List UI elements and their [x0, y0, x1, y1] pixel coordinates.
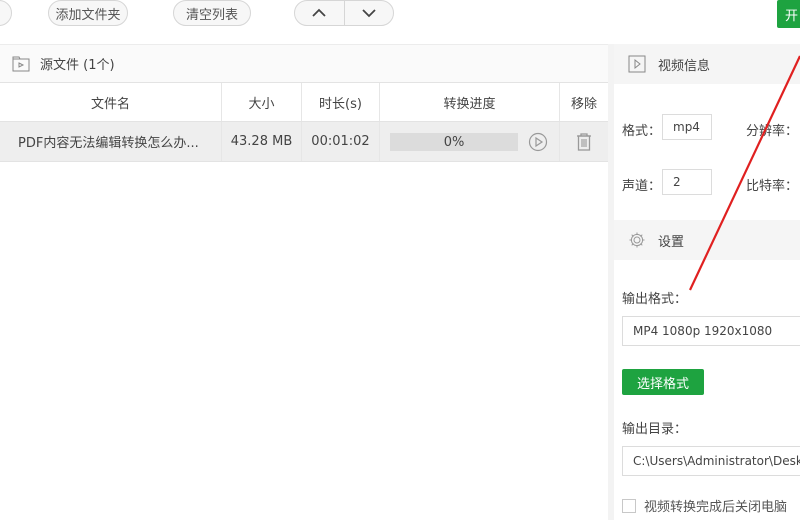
file-size-cell: 43.28 MB	[222, 122, 302, 161]
add-folder-button[interactable]: 添加文件夹	[48, 0, 128, 26]
clear-list-button[interactable]: 清空列表	[173, 0, 251, 26]
start-convert-button[interactable]: 开	[777, 0, 800, 28]
settings-panel: 视频信息 格式： mp4 分辨率： 声道： 2 比特率： 设置 输出格式： MP…	[614, 44, 800, 520]
shutdown-checkbox-label: 视频转换完成后关闭电脑	[644, 500, 788, 515]
video-info-header: 视频信息	[614, 44, 800, 84]
shutdown-checkbox[interactable]	[622, 498, 636, 513]
column-header-filename: 文件名	[0, 83, 222, 121]
column-header-progress: 转换进度	[380, 83, 560, 121]
output-dir-field[interactable]: C:\Users\Administrator\Deskt	[622, 446, 800, 476]
toolbar: 添加文件夹 清空列表 开	[0, 0, 800, 44]
file-name-cell: PDF内容无法编辑转换怎么办...	[0, 122, 222, 161]
source-file-panel: 源文件 (1个) 文件名 大小 时长(s) 转换进度 移除 PDF内容无法编辑转…	[0, 44, 608, 520]
remove-cell	[560, 122, 608, 161]
gear-icon	[629, 232, 645, 248]
settings-title: 设置	[658, 234, 685, 250]
chevron-down-icon	[362, 9, 376, 18]
move-down-button[interactable]	[343, 1, 394, 25]
channel-value: 2	[662, 169, 712, 195]
shutdown-checkbox-row[interactable]: 视频转换完成后关闭电脑	[622, 496, 787, 515]
select-format-button[interactable]: 选择格式	[622, 369, 704, 395]
trash-icon[interactable]	[575, 132, 593, 152]
bitrate-label: 比特率：	[746, 179, 799, 194]
format-value: mp4	[662, 114, 712, 140]
chevron-up-icon	[312, 8, 326, 17]
video-info-title: 视频信息	[658, 58, 711, 74]
partial-button[interactable]	[0, 0, 12, 26]
table-row[interactable]: PDF内容无法编辑转换怎么办... 43.28 MB 00:01:02 0%	[0, 122, 608, 162]
source-file-header: 源文件 (1个)	[0, 44, 608, 82]
column-header-size: 大小	[222, 83, 302, 121]
resolution-label: 分辨率：	[746, 124, 799, 139]
output-dir-label: 输出目录：	[622, 422, 688, 437]
move-up-button[interactable]	[295, 1, 344, 25]
folder-icon	[12, 56, 30, 71]
progress-text: 0%	[443, 134, 465, 150]
video-icon	[628, 55, 646, 73]
move-buttons	[294, 0, 394, 26]
channel-label: 声道：	[622, 179, 662, 194]
play-icon[interactable]	[528, 132, 548, 152]
column-header-remove: 移除	[570, 96, 597, 112]
file-duration-cell: 00:01:02	[302, 122, 380, 161]
column-header-duration: 时长(s)	[302, 83, 380, 121]
file-table-header: 文件名 大小 时长(s) 转换进度 移除	[0, 82, 608, 122]
output-format-field[interactable]: MP4 1080p 1920x1080	[622, 316, 800, 346]
settings-header: 设置	[614, 220, 800, 260]
progress-bar: 0%	[390, 133, 518, 151]
format-label: 格式：	[622, 124, 662, 139]
output-format-label: 输出格式：	[622, 292, 688, 307]
source-file-title: 源文件 (1个)	[40, 58, 115, 73]
progress-cell: 0%	[380, 122, 560, 161]
